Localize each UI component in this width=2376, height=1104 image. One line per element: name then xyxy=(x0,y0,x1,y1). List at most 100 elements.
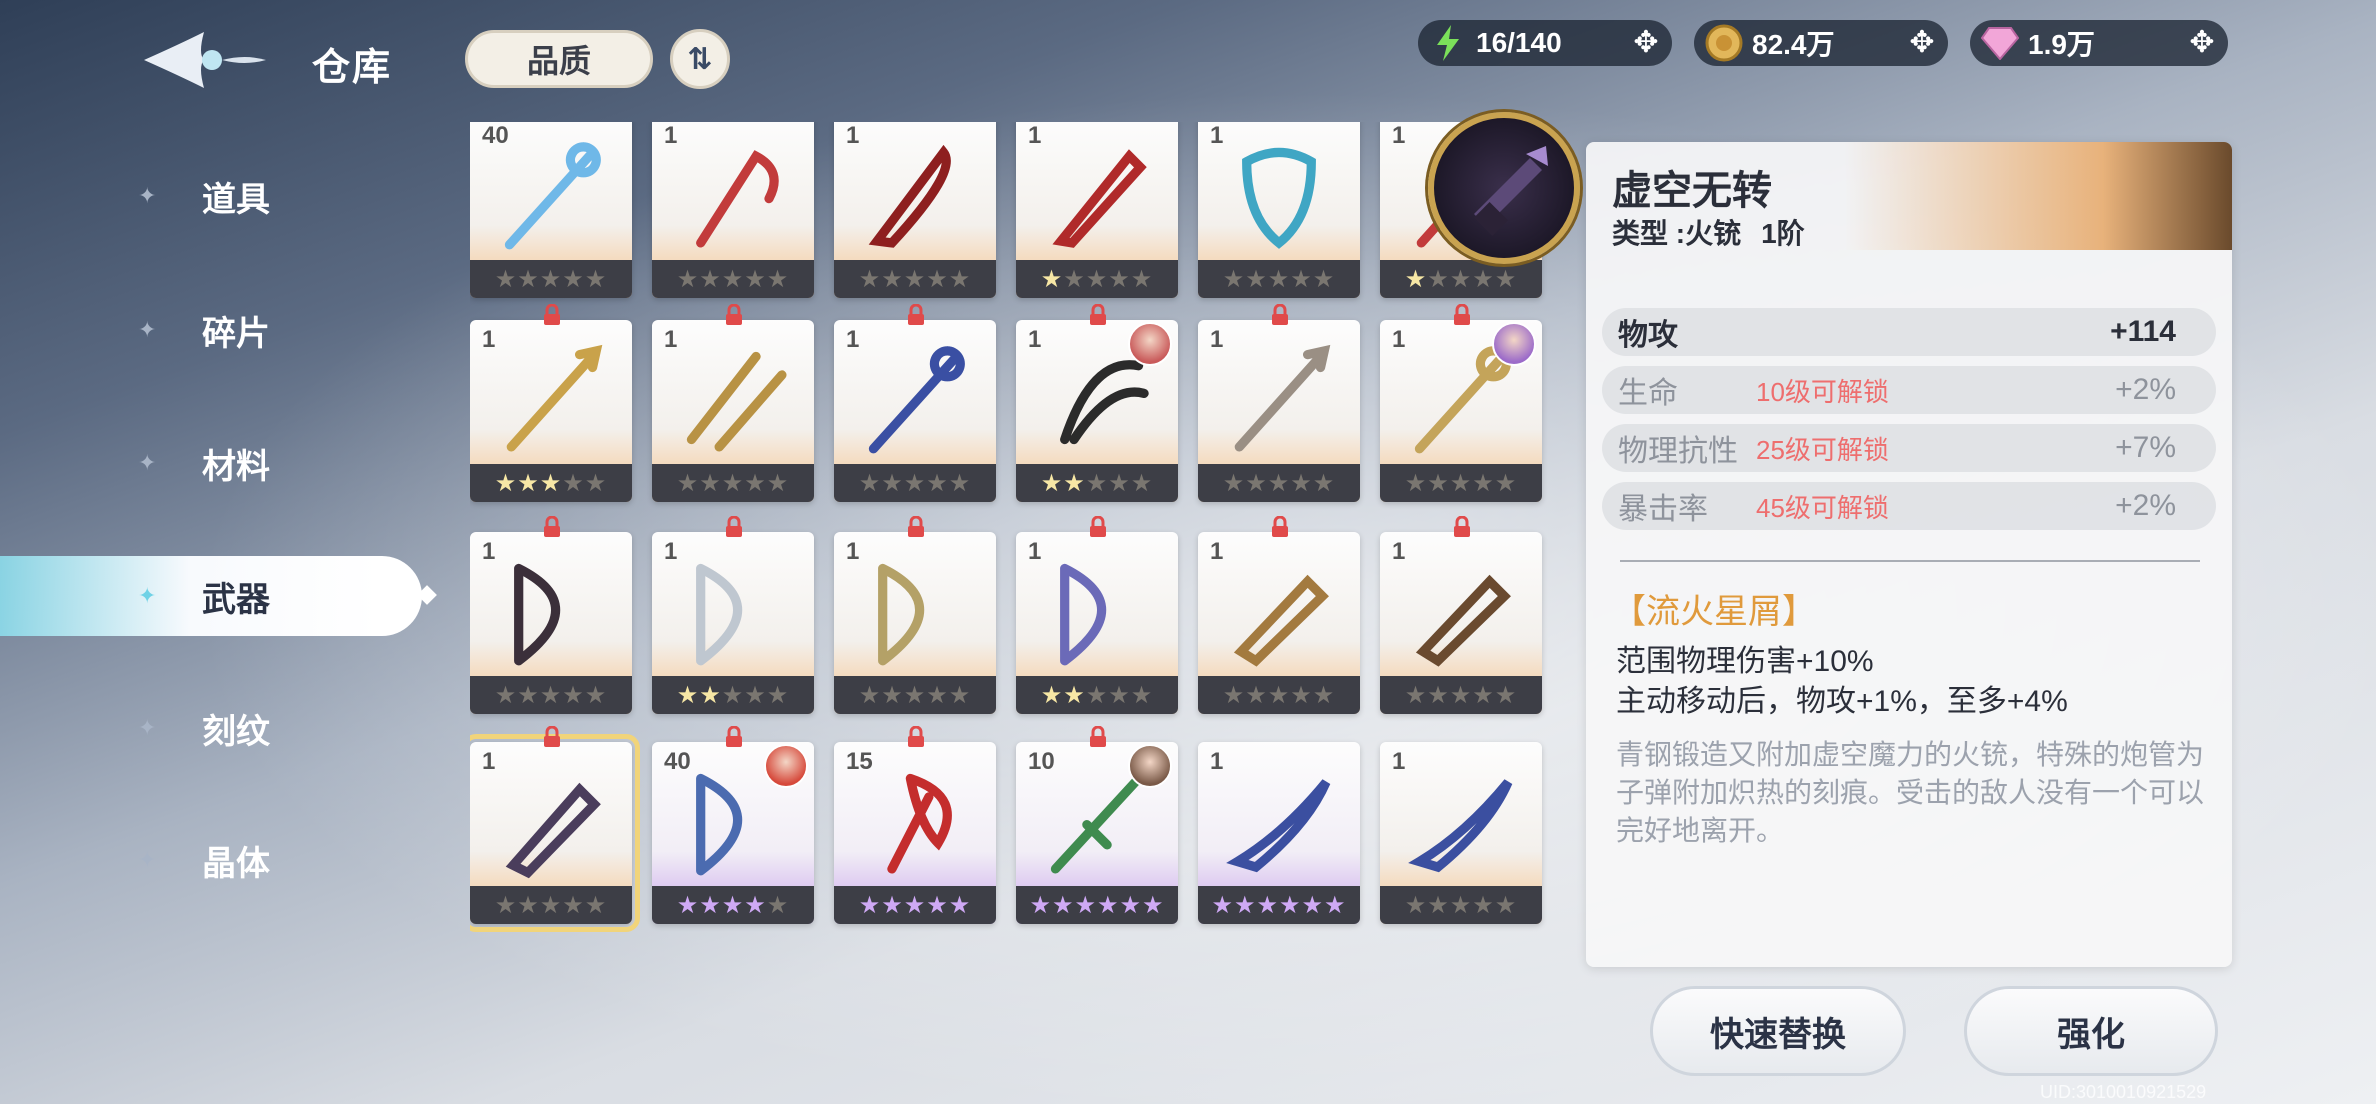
nav-item-engravings[interactable]: ✦ 刻纹 xyxy=(0,688,420,768)
weapon-card-body: 1 ★ ★ ★ ★ ★ xyxy=(1198,122,1360,298)
weapon-card[interactable]: 1 ★ ★ ★ ★ ★ xyxy=(470,726,640,932)
star-icon: ★ xyxy=(1290,265,1313,293)
lock-icon xyxy=(1272,516,1288,537)
weapon-card[interactable]: 1 ★ ★ ★ ★ ★ xyxy=(1380,742,1542,924)
bow-icon xyxy=(878,563,925,666)
star-icon: ★ xyxy=(881,265,904,293)
bow-icon xyxy=(1060,563,1107,666)
gem-value: 1.9万 xyxy=(2028,29,2095,60)
weapon-card[interactable]: 1 ★ ★ ★ ★ ★ xyxy=(834,516,996,714)
weapon-card[interactable]: 1 ★ ★ ★ ★ ★ xyxy=(834,304,996,502)
star-icon: ★ xyxy=(1119,891,1143,919)
sparkle-icon: ✦ xyxy=(138,183,157,208)
sort-quality-button[interactable]: 品质 xyxy=(465,30,653,88)
bow-icon xyxy=(514,563,561,666)
star-icon: ★ xyxy=(699,681,722,709)
weapon-card[interactable]: 1 ★ ★ ★ ★ ★ xyxy=(834,122,996,298)
gold-coin-icon xyxy=(1704,23,1744,63)
weapon-card[interactable]: 1 ★ ★ ★ ★ ★ xyxy=(1016,304,1178,502)
weapon-lore: 青钢锻造又附加虚空魔力的火铳，特殊的炮管为子弹附加炽热的刻痕。受击的敌人没有一个… xyxy=(1616,739,2205,846)
weapon-card[interactable]: 1 ★ ★ ★ ★ ★ xyxy=(1016,122,1178,298)
star-icon: ★ xyxy=(1301,891,1325,919)
weapon-card[interactable]: 1 ★ ★ ★ ★ ★ xyxy=(652,516,814,714)
sort-order-toggle-button[interactable]: ⇅ xyxy=(670,29,730,89)
weapon-card[interactable]: 1 ★ ★ ★ ★ ★ ★ xyxy=(1198,742,1360,924)
star-icon: ★ xyxy=(1222,469,1246,497)
star-icon: ★ xyxy=(1040,681,1064,709)
nav-item-materials[interactable]: ✦ 材料 xyxy=(0,423,420,503)
star-icon: ★ xyxy=(881,469,904,497)
weapon-portrait-medal xyxy=(1428,112,1580,264)
weapon-grid[interactable]: 40 ★ ★ ★ ★ ★ 1 ★ ★ ★ ★ ★ 1 ★ ★ ★ ★ ★ 1 ★ ★ ★ ★ ★ 1 ★ ★ ★ ★ ★ 1 ★ ★ ★ ★ ★ 1 ★ ★… xyxy=(470,122,1550,952)
star-icon: ★ xyxy=(517,265,540,293)
lock-icon xyxy=(1090,304,1106,325)
stat-value: +114 xyxy=(2110,315,2176,348)
star-icon: ★ xyxy=(1051,891,1075,919)
add-gems-button[interactable]: ✥ xyxy=(2186,27,2218,59)
weapon-card[interactable]: 40 ★ ★ ★ ★ ★ xyxy=(652,726,814,924)
weapon-card[interactable]: 15 ★ ★ ★ ★ ★ xyxy=(834,726,996,924)
weapon-card-body: 1 ★ ★ ★ ★ ★ xyxy=(1380,742,1542,924)
nav-item-props[interactable]: ✦ 道具 xyxy=(0,156,420,236)
nav-item-crystals[interactable]: ✦ 晶体 xyxy=(0,820,420,900)
star-icon: ★ xyxy=(881,681,904,709)
quick-swap-button[interactable]: 快速替换 xyxy=(1650,986,1906,1076)
weapon-card[interactable]: 1 ★ ★ ★ ★ ★ xyxy=(652,304,814,502)
weapon-card-body: 1 ★ ★ ★ ★ ★ xyxy=(834,532,996,714)
weapon-card-body: 15 ★ ★ ★ ★ ★ xyxy=(834,742,996,924)
weapon-card[interactable]: 1 ★ ★ ★ ★ ★ xyxy=(1198,304,1360,502)
star-icon: ★ xyxy=(1494,265,1518,293)
nav-item-fragments[interactable]: ✦ 碎片 xyxy=(0,290,420,370)
weapon-card[interactable]: 1 ★ ★ ★ ★ ★ xyxy=(1198,516,1360,714)
weapon-card[interactable]: 1 ★ ★ ★ ★ ★ xyxy=(470,516,632,714)
weapon-detail-panel: 虚空无转 类型 :火铳 1阶 物攻 +114 生命 10级可解锁 +2% 物理抗性… xyxy=(1586,142,2232,967)
star-icon: ★ xyxy=(766,891,790,919)
stat-row-attack: 物攻 +114 xyxy=(1602,308,2216,356)
weapon-card[interactable]: 1 ★ ★ ★ ★ ★ xyxy=(470,304,632,502)
star-icon: ★ xyxy=(676,891,700,919)
star-icon: ★ xyxy=(744,891,767,919)
star-icon: ★ xyxy=(1494,891,1518,919)
weapon-card[interactable]: 1 ★ ★ ★ ★ ★ xyxy=(652,122,814,298)
star-icon: ★ xyxy=(1427,265,1450,293)
lock-icon xyxy=(908,726,924,747)
weapon-card-body: 1 ★ ★ ★ ★ ★ xyxy=(652,532,814,714)
star-icon: ★ xyxy=(1472,681,1495,709)
star-icon: ★ xyxy=(1279,891,1302,919)
sparkle-icon: ✦ xyxy=(138,583,157,608)
stat-value: +7% xyxy=(2115,431,2176,464)
add-stamina-button[interactable]: ✥ xyxy=(1630,27,1662,59)
uid-label: UID:3010010921529 xyxy=(2040,1082,2207,1102)
star-icon: ★ xyxy=(1312,681,1336,709)
star-icon: ★ xyxy=(539,681,563,709)
divider xyxy=(1620,560,2200,562)
weapon-card-body: 40 ★ ★ ★ ★ ★ xyxy=(470,122,632,298)
equipped-character-avatar xyxy=(1492,322,1536,366)
stat-row-phys-res: 物理抗性 25级可解锁 +7% xyxy=(1602,424,2216,472)
add-gold-button[interactable]: ✥ xyxy=(1906,27,1938,59)
weapon-card[interactable]: 1 ★ ★ ★ ★ ★ xyxy=(1198,122,1360,298)
weapon-card[interactable]: 10 ★ ★ ★ ★ ★ ★ xyxy=(1016,726,1178,924)
star-icon: ★ xyxy=(721,469,745,497)
star-icon: ★ xyxy=(1404,469,1428,497)
cannon-icon xyxy=(1415,574,1511,667)
enhance-button[interactable]: 强化 xyxy=(1964,986,2218,1076)
weapon-card-body: 1 ★ ★ ★ ★ ★ xyxy=(834,320,996,502)
glaive-icon xyxy=(1226,779,1331,873)
star-rating: ★ ★ ★ ★ ★ xyxy=(834,464,996,502)
star-rating: ★ ★ ★ ★ ★ xyxy=(652,676,814,714)
weapon-card[interactable]: 1 ★ ★ ★ ★ ★ xyxy=(1380,304,1542,502)
weapon-card[interactable]: 1 ★ ★ ★ ★ ★ xyxy=(1016,516,1178,714)
nav-item-weapons[interactable]: ✦ 武器 xyxy=(0,556,422,636)
stamina-value: 16/140 xyxy=(1476,27,1562,58)
star-icon: ★ xyxy=(1449,265,1473,293)
weapon-card[interactable]: 40 ★ ★ ★ ★ ★ xyxy=(470,122,632,298)
stat-row-crit: 暴击率 45级可解锁 +2% xyxy=(1602,482,2216,530)
weapon-card[interactable]: 1 ★ ★ ★ ★ ★ xyxy=(1380,516,1542,714)
star-icon: ★ xyxy=(1074,891,1097,919)
star-icon: ★ xyxy=(858,681,882,709)
star-icon: ★ xyxy=(1494,469,1518,497)
star-icon: ★ xyxy=(948,265,972,293)
weapon-card-body: 1 ★ ★ ★ ★ ★ xyxy=(652,320,814,502)
star-icon: ★ xyxy=(1427,681,1450,709)
